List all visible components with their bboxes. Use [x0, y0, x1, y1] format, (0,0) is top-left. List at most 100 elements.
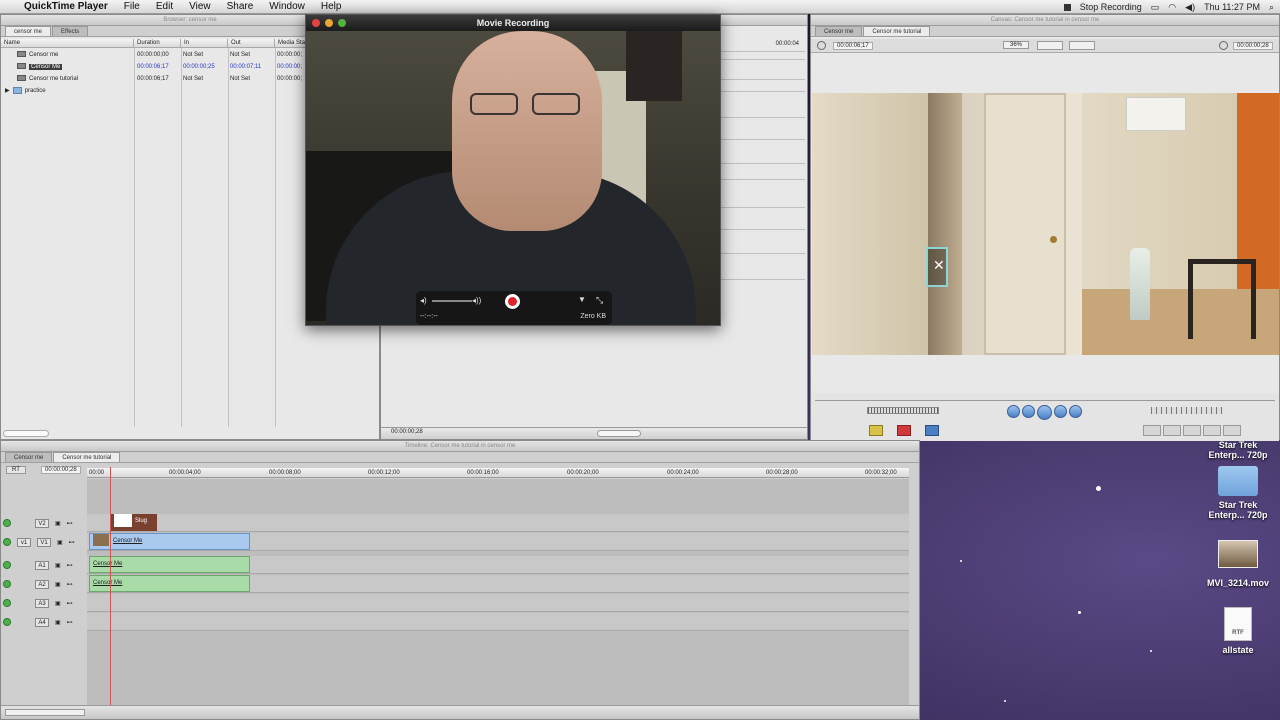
track-visibility-toggle[interactable] — [3, 561, 11, 569]
tab-censor-me[interactable]: Censor me — [5, 452, 53, 462]
options-chevron-down-icon[interactable]: ▼ — [578, 295, 586, 304]
timeline-ruler[interactable]: 00:00 00:00:04;00 00:00:08;00 00:00:12;0… — [87, 468, 909, 478]
audio-clip-a2[interactable]: Censor Me — [89, 575, 250, 592]
fullscreen-icon[interactable]: ⤡ — [596, 295, 603, 306]
column-in[interactable]: In — [181, 39, 228, 47]
add-keyframe-icon[interactable] — [1183, 425, 1201, 436]
track-visibility-toggle[interactable] — [3, 538, 11, 546]
zoom-popup[interactable]: 36% — [1003, 41, 1030, 49]
track-visibility-toggle[interactable] — [3, 599, 11, 607]
stop-recording-icon[interactable] — [1063, 3, 1071, 11]
menu-help[interactable]: Help — [313, 1, 350, 12]
mark-out-icon[interactable] — [1223, 425, 1241, 436]
playhead[interactable] — [110, 467, 111, 707]
menu-window[interactable]: Window — [261, 1, 313, 12]
desktop-icon-mov[interactable]: MVI_3214.mov — [1203, 540, 1273, 588]
track-label[interactable]: A1 — [35, 560, 49, 570]
menu-app-name[interactable]: QuickTime Player — [16, 1, 116, 12]
tab-censor-me[interactable]: censor me — [5, 26, 52, 36]
link-icon[interactable]: ⊷ — [67, 581, 73, 588]
view-popup[interactable] — [1037, 41, 1063, 50]
link-icon[interactable]: ⊷ — [67, 619, 73, 626]
next-edit-icon[interactable] — [1069, 405, 1082, 418]
track-visibility-toggle[interactable] — [3, 519, 11, 527]
track-visibility-toggle[interactable] — [3, 580, 11, 588]
minimize-icon[interactable] — [325, 19, 333, 27]
tab-censor-me[interactable]: Censor me — [815, 26, 863, 36]
track-label[interactable]: A4 — [35, 617, 49, 627]
link-icon[interactable]: ⊷ — [67, 562, 73, 569]
jog-control[interactable] — [1151, 407, 1223, 414]
play-in-out-icon[interactable] — [1022, 405, 1035, 418]
overlay-popup[interactable] — [1069, 41, 1095, 50]
tab-censor-me-tutorial[interactable]: Censor me tutorial — [863, 26, 931, 36]
play-icon[interactable] — [1037, 405, 1052, 420]
canvas-timecode-right[interactable]: 00:00:00;28 — [1233, 42, 1273, 50]
canvas-clock-icon[interactable] — [817, 41, 826, 50]
link-icon[interactable]: ⊷ — [67, 600, 73, 607]
volume-slider[interactable] — [432, 300, 472, 302]
lock-icon[interactable]: ▣ — [55, 562, 61, 569]
qt-titlebar[interactable]: Movie Recording — [306, 15, 720, 31]
menu-view[interactable]: View — [181, 1, 219, 12]
track-label[interactable]: V1 — [37, 537, 51, 547]
volume-low-icon[interactable]: ◂) — [420, 296, 427, 305]
mark-in-icon[interactable] — [1143, 425, 1161, 436]
clock[interactable]: Thu 11:27 PM — [1204, 2, 1260, 12]
viewer-zoom-slider[interactable] — [597, 430, 641, 437]
column-out[interactable]: Out — [228, 39, 275, 47]
canvas-clock-right-icon[interactable] — [1219, 41, 1228, 50]
link-icon[interactable]: ⊷ — [69, 539, 75, 546]
zoom-slider[interactable] — [5, 709, 85, 716]
desktop-icon-movie[interactable]: Star Trek Enterp... 720p — [1203, 440, 1273, 460]
mark-clip-icon[interactable] — [1163, 425, 1181, 436]
tab-censor-me-tutorial[interactable]: Censor me tutorial — [53, 452, 121, 462]
rt-menu[interactable]: RT — [6, 466, 26, 474]
lock-icon[interactable]: ▣ — [55, 619, 61, 626]
browser-scrollbar[interactable] — [3, 430, 49, 437]
add-marker-icon[interactable] — [1203, 425, 1221, 436]
desktop-icon-rtf[interactable]: RTF allstate — [1203, 607, 1273, 655]
audio-clip-a1[interactable]: Censor Me — [89, 556, 250, 573]
shuttle-control[interactable] — [867, 407, 939, 414]
column-duration[interactable]: Duration — [134, 39, 181, 47]
column-name[interactable]: Name — [1, 39, 134, 47]
volume-high-icon[interactable]: ◂)) — [472, 296, 481, 305]
video-clip[interactable]: Censor Me — [89, 533, 250, 550]
volume-icon[interactable]: ◀) — [1185, 2, 1195, 13]
canvas-scrubber[interactable] — [815, 395, 1275, 401]
previous-edit-icon[interactable] — [1007, 405, 1020, 418]
timeline-track-area[interactable]: Slug Censor Me Censor Me Censor Me — [87, 479, 909, 705]
source-track-label[interactable]: v1 — [17, 537, 31, 547]
link-icon[interactable]: ⊷ — [67, 520, 73, 527]
lock-icon[interactable]: ▣ — [55, 600, 61, 607]
disclosure-triangle-icon[interactable]: ▶ — [5, 88, 10, 94]
lock-icon[interactable]: ▣ — [55, 520, 61, 527]
wifi-icon[interactable]: ◠ — [1168, 2, 1176, 13]
play-around-icon[interactable] — [1054, 405, 1067, 418]
track-label[interactable]: V2 — [35, 518, 49, 528]
track-label[interactable]: A2 — [35, 579, 49, 589]
timeline-timecode[interactable]: 00:00:00;28 — [41, 466, 81, 474]
lock-icon[interactable]: ▣ — [55, 581, 61, 588]
record-button[interactable] — [505, 294, 520, 309]
lock-icon[interactable]: ▣ — [57, 539, 63, 546]
menu-share[interactable]: Share — [219, 1, 262, 12]
insert-edit-icon[interactable] — [869, 425, 883, 436]
slug-clip[interactable]: Slug — [111, 514, 157, 531]
overwrite-edit-icon[interactable] — [897, 425, 911, 436]
close-icon[interactable] — [312, 19, 320, 27]
track-visibility-toggle[interactable] — [3, 618, 11, 626]
desktop-icon-folder[interactable]: Star Trek Enterp... 720p — [1203, 466, 1273, 520]
track-label[interactable]: A3 — [35, 598, 49, 608]
canvas-timecode-left[interactable]: 00:00:06;17 — [833, 42, 873, 50]
menu-edit[interactable]: Edit — [148, 1, 181, 12]
zoom-icon[interactable] — [338, 19, 346, 27]
menu-file[interactable]: File — [116, 1, 148, 12]
spotlight-icon[interactable]: ⌕ — [1269, 2, 1274, 13]
censor-box[interactable]: ✕ — [926, 247, 948, 287]
viewer-scroll-bar[interactable]: 00:00:00;28 — [381, 427, 807, 439]
monitor-icon[interactable]: ▭ — [1151, 2, 1160, 13]
stop-recording-label[interactable]: Stop Recording — [1080, 2, 1142, 12]
tab-effects[interactable]: Effects — [52, 26, 89, 36]
